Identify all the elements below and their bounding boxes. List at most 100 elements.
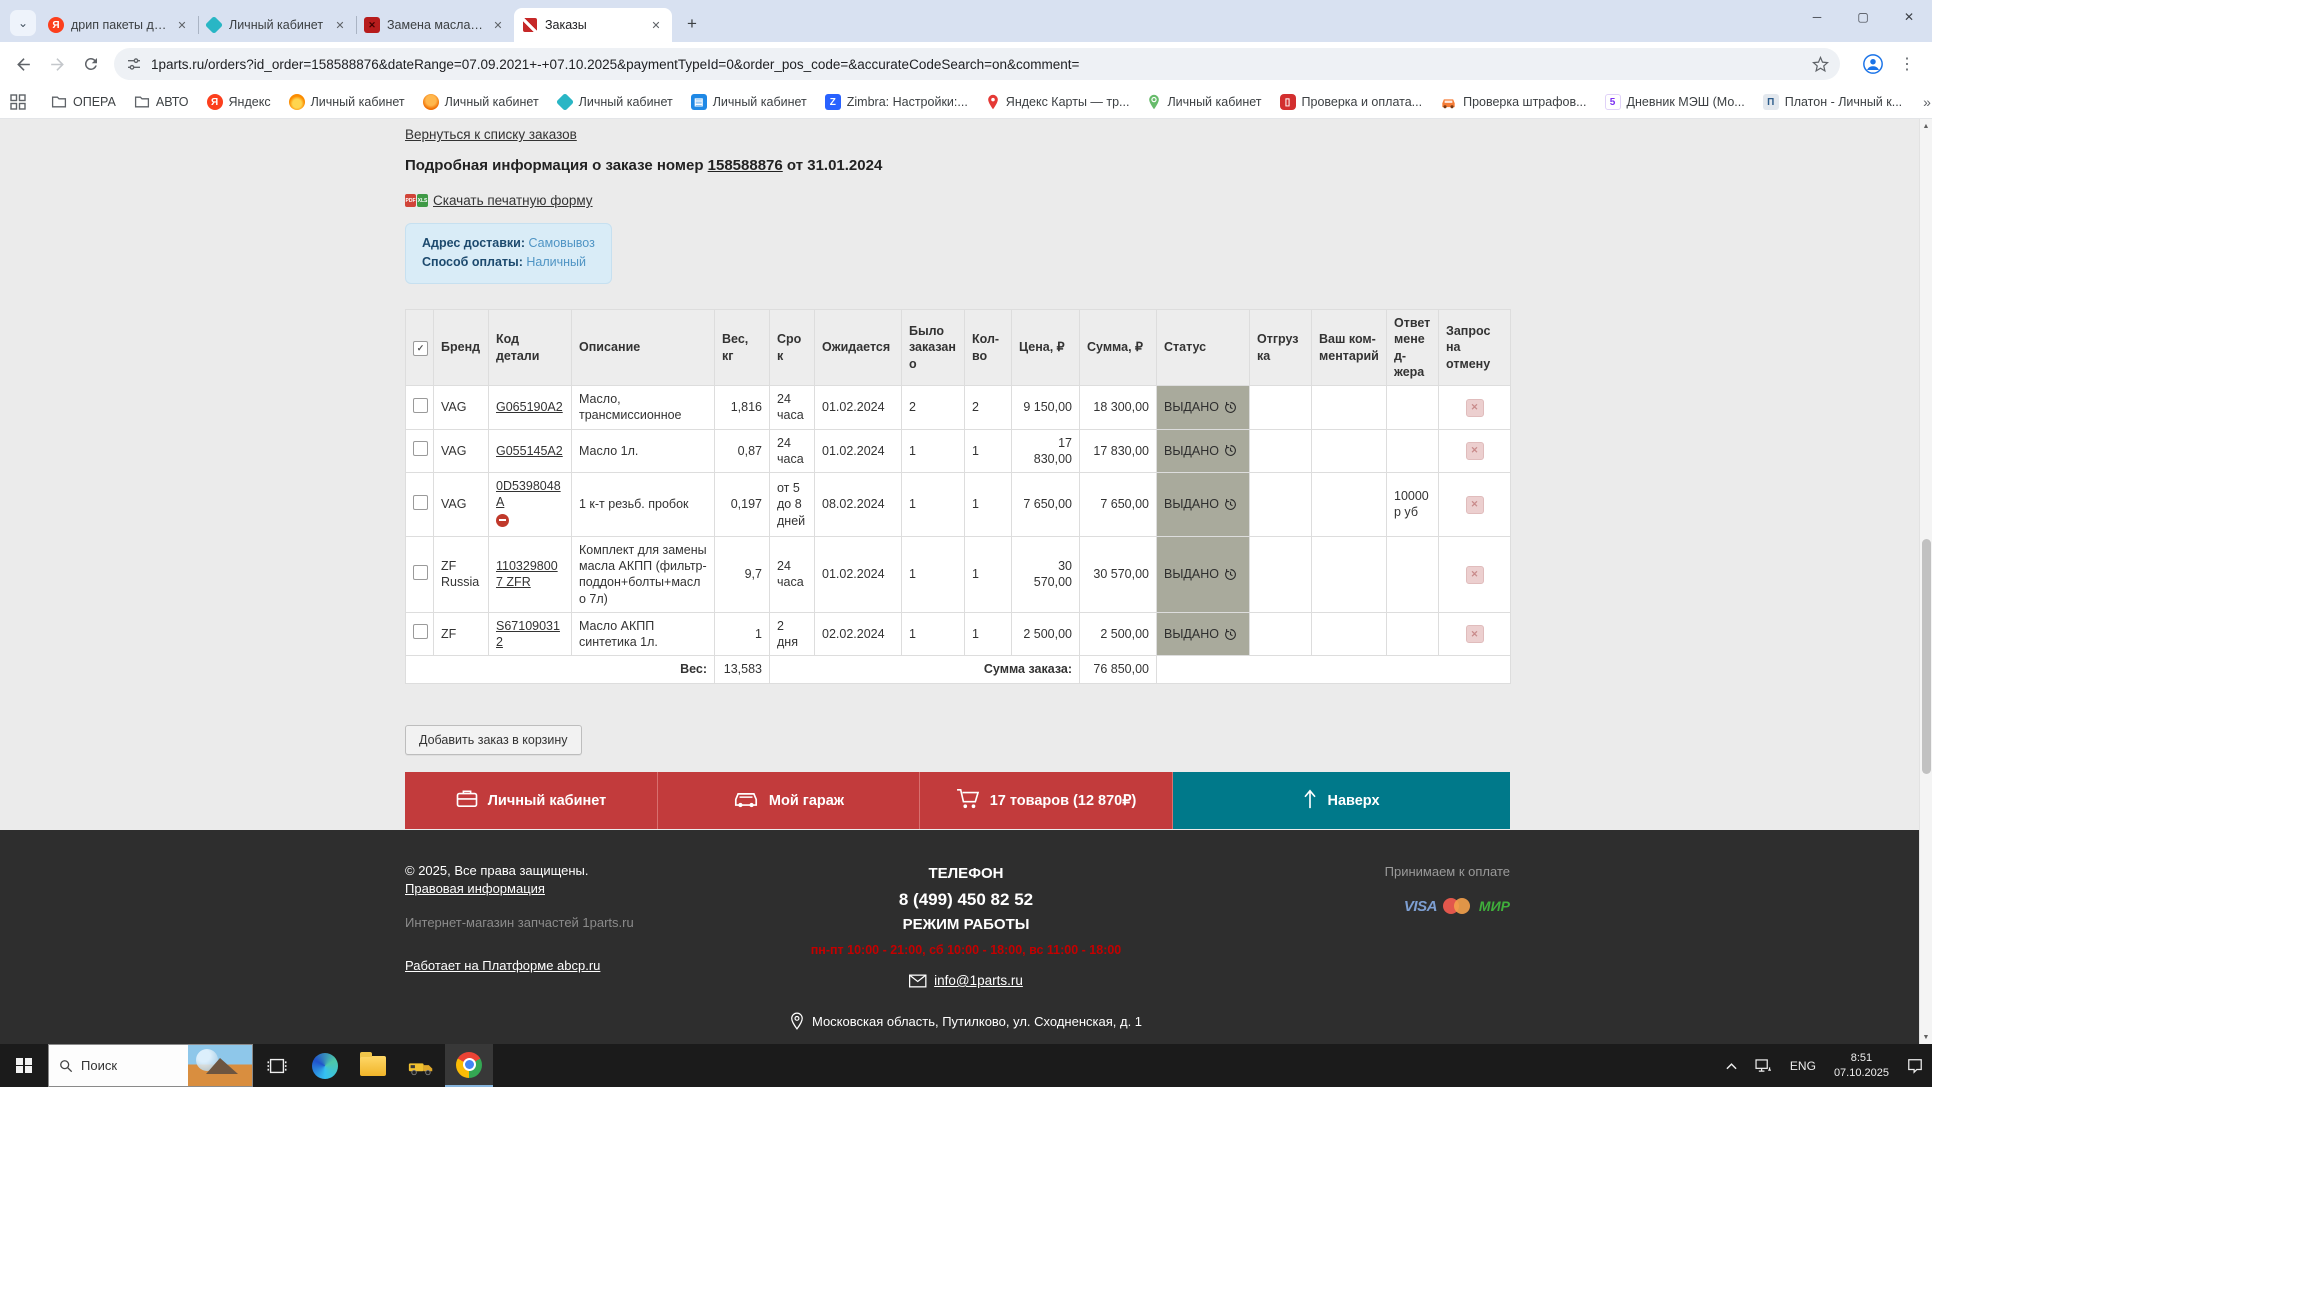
browser-tab[interactable]: ✕Замена масла CVT на модели✕	[356, 8, 514, 42]
url-bar[interactable]: 1parts.ru/orders?id_order=158588876&date…	[114, 48, 1840, 80]
clock[interactable]: 8:5107.10.2025	[1825, 1044, 1898, 1087]
brand-cell: VAG	[434, 429, 489, 473]
browser-tab[interactable]: Личный кабинет✕	[198, 8, 356, 42]
row-checkbox[interactable]	[413, 565, 428, 580]
tab-close-icon[interactable]: ✕	[174, 17, 190, 33]
bookmark-item[interactable]: Личный кабинет	[1138, 89, 1270, 115]
forward-button[interactable]	[40, 47, 74, 81]
tab-close-icon[interactable]: ✕	[490, 17, 506, 33]
browser-tab[interactable]: Ядрип пакеты для кофе — Янд✕	[40, 8, 198, 42]
delivery-value-link[interactable]: Самовывоз	[529, 236, 595, 250]
bookmarks-overflow-button[interactable]: »	[1915, 94, 1939, 110]
reload-button[interactable]	[74, 47, 108, 81]
email-link[interactable]: info@1parts.ru	[934, 973, 1023, 988]
tab-search-button[interactable]: ⌄	[10, 10, 36, 36]
minimize-button[interactable]: ─	[1794, 0, 1840, 34]
row-checkbox[interactable]	[413, 398, 428, 413]
tray-date: 07.10.2025	[1834, 1066, 1889, 1081]
ordered-cell: 1	[902, 429, 965, 473]
bookmark-item[interactable]: Проверка штрафов...	[1431, 89, 1595, 115]
cancel-request-button[interactable]: ✕	[1466, 625, 1484, 643]
page-viewport: Вернуться к списку заказов Подробная инф…	[0, 119, 1932, 1044]
status-cell: ВЫДАНО	[1157, 429, 1250, 473]
row-checkbox[interactable]	[413, 495, 428, 510]
bookmark-star-button[interactable]	[1806, 47, 1834, 81]
scroll-up-arrow[interactable]: ▲	[1920, 119, 1932, 133]
menu-button[interactable]: ⋮	[1890, 47, 1924, 81]
part-code-cell: G065190A2	[489, 386, 572, 430]
tab-close-icon[interactable]: ✕	[648, 17, 664, 33]
site-nav-to-top[interactable]: Наверх	[1173, 772, 1510, 829]
add-order-to-cart-button[interactable]: Добавить заказ в корзину	[405, 725, 582, 755]
back-to-orders-link[interactable]: Вернуться к списку заказов	[405, 127, 577, 142]
site-nav-item[interactable]: Личный кабинет	[405, 772, 658, 829]
site-nav-item[interactable]: 17 товаров (12 870₽)	[920, 772, 1173, 829]
bookmark-item[interactable]: Яндекс Карты — тр...	[977, 89, 1139, 115]
bookmark-item[interactable]: АВТО	[125, 89, 198, 115]
order-items-table: ✓БрендКод деталиОписаниеВес, кгСрокОжида…	[405, 309, 1511, 684]
part-code-link[interactable]: S671090312	[496, 619, 560, 649]
task-view-button[interactable]	[253, 1044, 301, 1087]
tab-close-icon[interactable]: ✕	[332, 17, 348, 33]
network-button[interactable]	[1746, 1044, 1781, 1087]
part-code-link[interactable]: G055145A2	[496, 444, 563, 458]
new-tab-button[interactable]: +	[678, 10, 706, 38]
cancel-request-button[interactable]: ✕	[1466, 496, 1484, 514]
part-code-link[interactable]: 0D5398048A	[496, 479, 561, 509]
payment-value-link[interactable]: Наличный	[526, 255, 586, 269]
select-all-checkbox[interactable]: ✓	[413, 341, 428, 356]
sum-cell: 18 300,00	[1080, 386, 1157, 430]
bookmark-label: АВТО	[156, 95, 189, 109]
scroll-down-arrow[interactable]: ▼	[1920, 1030, 1932, 1044]
row-checkbox-cell	[406, 536, 434, 612]
edge-button[interactable]	[301, 1044, 349, 1087]
chrome-button[interactable]	[445, 1044, 493, 1087]
row-checkbox[interactable]	[413, 441, 428, 456]
cancel-request-button[interactable]: ✕	[1466, 566, 1484, 584]
profile-icon	[1862, 53, 1884, 75]
title-prefix: Подробная информация о заказе номер	[405, 157, 708, 174]
weather-widget[interactable]	[188, 1045, 252, 1086]
legal-info-link[interactable]: Правовая информация	[405, 881, 545, 896]
bookmark-item[interactable]: ППлатон - Личный к...	[1754, 89, 1911, 115]
tab-strip: ⌄ Ядрип пакеты для кофе — Янд✕Личный каб…	[0, 0, 1932, 42]
cancel-request-button[interactable]: ✕	[1466, 399, 1484, 417]
site-nav-bar: Личный кабинетМой гараж17 товаров (12 87…	[405, 772, 1510, 829]
part-code-link[interactable]: G065190A2	[496, 400, 563, 414]
bookmark-item[interactable]: ЯЯндекс	[198, 89, 280, 115]
back-button[interactable]	[6, 47, 40, 81]
browser-tab[interactable]: Заказы✕	[514, 8, 672, 42]
download-print-form-link[interactable]: Скачать печатную форму	[433, 193, 593, 208]
truck-app-button[interactable]	[397, 1044, 445, 1087]
taskbar-search-box[interactable]: Поиск	[48, 1044, 253, 1087]
file-explorer-icon	[360, 1056, 386, 1076]
bookmark-item[interactable]: ОПЕРА	[42, 89, 125, 115]
apps-grid-button[interactable]	[10, 94, 26, 110]
language-indicator[interactable]: ENG	[1781, 1044, 1825, 1087]
profile-button[interactable]	[1856, 47, 1890, 81]
platform-link[interactable]: Работает на Платформе abcp.ru	[405, 957, 600, 975]
status-history-icon	[1224, 568, 1237, 581]
close-button[interactable]: ✕	[1886, 0, 1932, 34]
bookmark-item[interactable]: ▤Личный кабинет	[682, 89, 816, 115]
part-code-link[interactable]: 1103298007 ZFR	[496, 559, 558, 589]
bookmark-item[interactable]: ZZimbra: Настройки:...	[816, 89, 977, 115]
bookmark-item[interactable]: 5Дневник МЭШ (Мо...	[1596, 89, 1754, 115]
bookmark-label: Яндекс	[229, 95, 271, 109]
bookmark-item[interactable]: ▯Проверка и оплата...	[1271, 89, 1432, 115]
tray-chevron-button[interactable]	[1717, 1044, 1746, 1087]
scrollbar-thumb[interactable]	[1922, 539, 1931, 774]
url-text[interactable]: 1parts.ru/orders?id_order=158588876&date…	[151, 57, 1806, 72]
cancel-request-button[interactable]: ✕	[1466, 442, 1484, 460]
bookmark-item[interactable]: Личный кабинет	[280, 89, 414, 115]
bookmark-item[interactable]: Личный кабинет	[548, 89, 682, 115]
page-scrollbar[interactable]: ▲ ▼	[1919, 119, 1932, 1044]
file-explorer-button[interactable]	[349, 1044, 397, 1087]
site-nav-item[interactable]: Мой гараж	[658, 772, 920, 829]
maximize-button[interactable]: ▢	[1840, 0, 1886, 34]
manager-reply-cell: 10000 р уб	[1387, 473, 1439, 537]
notification-button[interactable]	[1898, 1044, 1932, 1087]
row-checkbox[interactable]	[413, 624, 428, 639]
bookmark-item[interactable]: Личный кабинет	[414, 89, 548, 115]
start-button[interactable]	[0, 1044, 48, 1087]
